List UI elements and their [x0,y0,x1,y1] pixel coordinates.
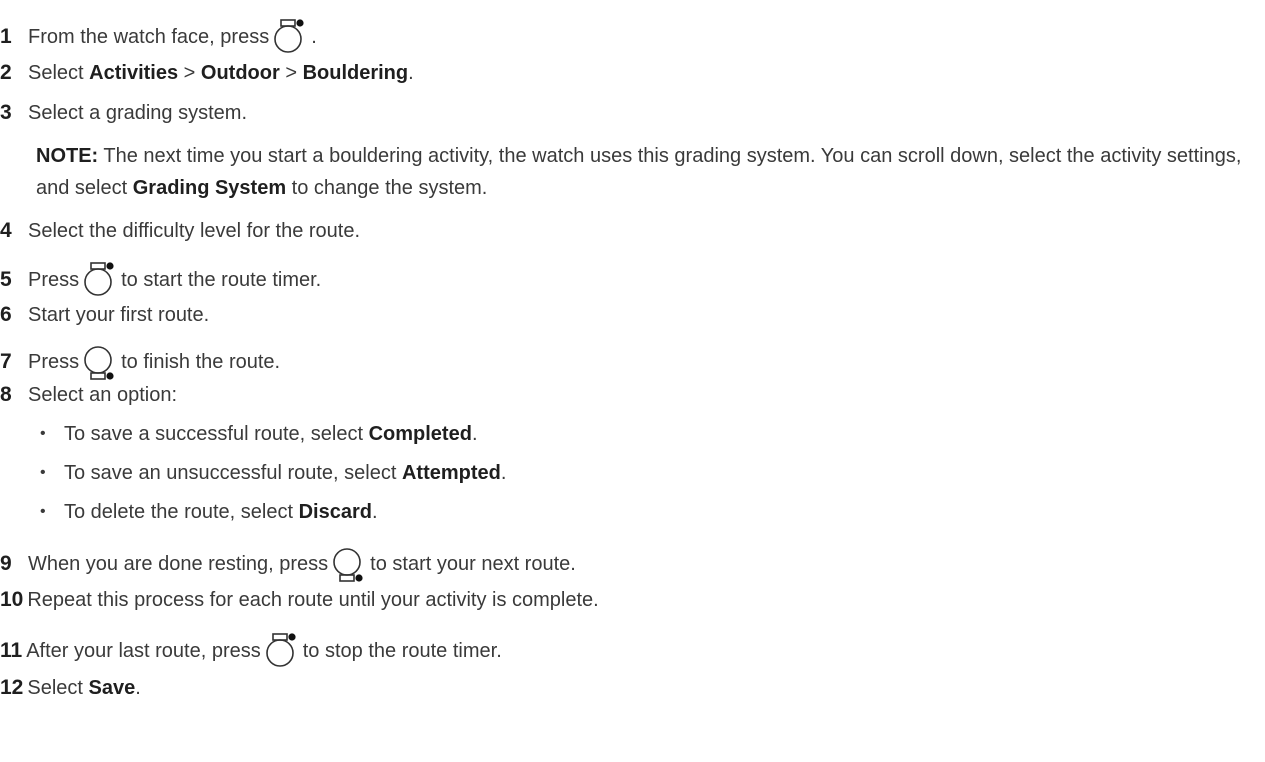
text-run: to start your next route. [370,553,576,575]
option-item: • To save an unsuccessful route, select … [36,461,506,485]
step-11: 11 After your last route, press to stop … [0,632,502,670]
watch-lap-button-icon [332,545,366,583]
step-7: 7 Press to finish the route. [0,343,280,381]
option-end: . [500,462,507,484]
step-1: 1 From the watch face, press . [0,18,317,56]
text-run: Press [28,269,80,291]
note-bold: Grading System [132,177,287,199]
step-number: 12 [0,676,24,699]
text-run: . [408,62,414,84]
step-text: Select the difficulty level for the rout… [28,220,361,242]
step-6: 6 Start your first route. [0,303,209,327]
note-end: to change the system. [286,177,488,199]
step-number: 2 [0,61,12,84]
step-text-part: From the watch face, press [28,26,270,48]
watch-start-stop-button-icon [83,261,117,299]
option-bold: Discard [298,501,372,523]
text-run: Select [28,62,90,84]
step-number: 7 [0,350,12,373]
option-end: . [371,501,378,523]
text-run: > [279,62,303,84]
bullet-icon: • [40,464,46,481]
menu-save: Save [88,677,136,699]
step-text: Repeat this process for each route until… [27,589,599,611]
text-run: > [178,62,201,84]
option-text: To delete the route, select [64,501,299,523]
option-bold: Completed [368,423,472,445]
step-9: 9 When you are done resting, press to st… [0,545,576,583]
step-number: 11 [0,639,23,662]
step-text: Select a grading system. [28,102,247,124]
watch-lap-button-icon [83,343,117,381]
step-4: 4 Select the difficulty level for the ro… [0,219,360,243]
step-number: 1 [0,25,12,48]
text-run: Select [27,677,89,699]
option-item: • To save a successful route, select Com… [36,422,478,446]
step-number: 5 [0,268,12,291]
menu-bouldering: Bouldering [302,62,409,84]
step-number: 10 [0,588,24,611]
watch-start-stop-button-icon [265,632,299,670]
menu-activities: Activities [89,62,179,84]
text-run: to start the route timer. [121,269,322,291]
note-label: NOTE: [36,145,99,167]
menu-outdoor: Outdoor [200,62,280,84]
step-text-part: . [311,26,317,48]
bullet-icon: • [40,425,46,442]
option-text: To save an unsuccessful route, select [64,462,402,484]
note: NOTE: The next time you start a boulderi… [36,140,1261,204]
step-10: 10 Repeat this process for each route un… [0,588,599,612]
step-2: 2 Select Activities > Outdoor > Boulderi… [0,61,414,85]
step-text: Select Activities > Outdoor > Bouldering… [28,61,414,85]
step-12: 12 Select Save. [0,676,141,700]
option-end: . [471,423,478,445]
step-text: After your last route, press to stop the… [26,632,502,670]
step-number: 4 [0,219,12,242]
step-text: From the watch face, press . [28,18,317,56]
step-8: 8 Select an option: [0,383,177,407]
text-run: After your last route, press [26,640,261,662]
option-item: • To delete the route, select Discard. [36,500,378,524]
option-bold: Attempted [401,462,501,484]
step-number: 8 [0,383,12,406]
step-text: Select Save. [27,676,140,700]
watch-start-stop-button-icon [273,18,307,56]
step-5: 5 Press to start the route timer. [0,261,321,299]
step-number: 6 [0,303,12,326]
step-3: 3 Select a grading system. [0,101,247,125]
text-run: When you are done resting, press [28,553,329,575]
text-run: to finish the route. [121,351,281,373]
text-run: Press [28,351,80,373]
bullet-icon: • [40,503,46,520]
option-text: To save a successful route, select [64,423,369,445]
step-number: 9 [0,552,12,575]
step-text: When you are done resting, press to star… [28,545,576,583]
text-run: to stop the route timer. [302,640,502,662]
text-run: . [135,677,141,699]
step-text: Press to finish the route. [28,343,280,381]
step-number: 3 [0,101,12,124]
step-text: Press to start the route timer. [28,261,321,299]
step-text: Select an option: [28,384,177,406]
step-text: Start your first route. [28,304,210,326]
